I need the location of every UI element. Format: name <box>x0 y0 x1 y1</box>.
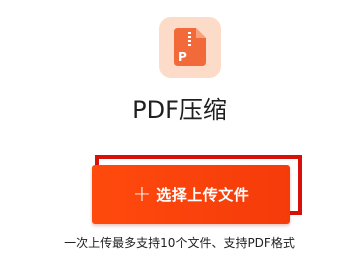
file-icon-letter: P <box>178 50 187 64</box>
pdf-compress-file-icon: P <box>174 28 206 66</box>
upload-hint-text: 一次上传最多支持10个文件、支持PDF格式 <box>64 236 295 250</box>
select-upload-file-button[interactable]: + 选择上传文件 <box>92 165 290 224</box>
upload-button-label: 选择上传文件 <box>156 186 250 204</box>
plus-icon: + <box>132 181 152 207</box>
page-title: PDF压缩 <box>132 96 227 124</box>
pdf-compress-icon-tile: P <box>159 17 221 78</box>
